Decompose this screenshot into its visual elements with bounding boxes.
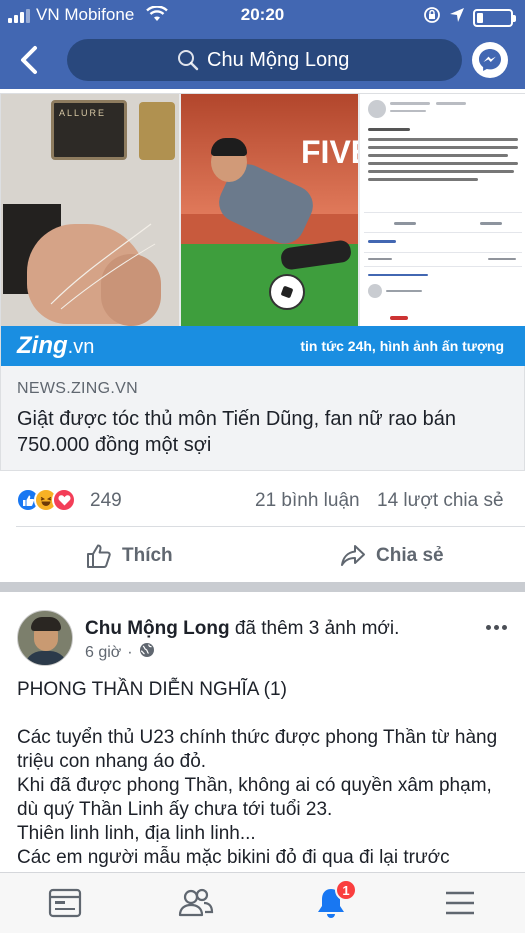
post-header: Chu Mộng Long đã thêm 3 ảnh mới. [85, 618, 399, 640]
orientation-lock-icon [423, 6, 441, 29]
hair-strand [50, 223, 156, 310]
shared-link-card[interactable]: ALLURE FIVE [0, 93, 525, 471]
post-action-text: đã thêm 3 ảnh mới. [229, 618, 400, 639]
goalkeeper-photo: FIVE [181, 94, 358, 326]
love-reaction-icon [52, 488, 76, 512]
link-preview-image[interactable]: ALLURE FIVE [1, 94, 525, 366]
link-domain: NEWS.ZING.VN [17, 380, 138, 397]
messenger-icon [479, 49, 501, 71]
like-label: Thích [122, 545, 173, 566]
feed-separator [0, 582, 525, 592]
share-arrow-icon [341, 545, 365, 566]
perfume-bottle-2 [139, 102, 175, 160]
post-meta: 6 giờ · [85, 642, 155, 663]
search-icon [177, 49, 199, 76]
facebook-post-screenshot [360, 94, 525, 326]
post-line: Các tuyển thủ U23 chính thức được phong … [17, 727, 498, 772]
tab-friends[interactable] [176, 885, 216, 921]
post-line: Khi đã được phong Thần, không ai có quyề… [17, 775, 492, 820]
reaction-count[interactable]: 249 [90, 490, 122, 512]
author-name[interactable]: Chu Mộng Long [85, 618, 230, 639]
share-button[interactable]: Chia sẻ [340, 540, 444, 572]
comment-count[interactable]: 21 bình luận [255, 490, 360, 512]
feed-post: Chu Mộng Long đã thêm 3 ảnh mới. 6 giờ ·… [0, 592, 525, 872]
chevron-left-icon [21, 46, 37, 74]
like-button[interactable]: Thích [86, 540, 173, 572]
post-text: PHONG THẦN DIỄN NGHĨA (1) Các tuyển thủ … [17, 678, 512, 870]
app-header: VN Mobifone 20:20 Chu Mộng Long [0, 0, 525, 89]
post-actions: Thích Chia sẻ [0, 530, 525, 582]
perfume-hair-photo: ALLURE [1, 94, 179, 326]
link-headline[interactable]: Giật được tóc thủ môn Tiến Dũng, fan nữ … [17, 406, 512, 458]
tab-news-feed[interactable] [45, 885, 85, 921]
divider [16, 526, 525, 527]
post-options-button[interactable] [486, 622, 510, 632]
post-line-blank [17, 702, 512, 726]
share-count[interactable]: 14 lượt chia sẻ [377, 490, 504, 512]
zing-logo: Zing.vn [17, 332, 95, 359]
tab-menu[interactable] [440, 885, 480, 921]
tab-notifications[interactable]: 1 [311, 879, 357, 921]
back-button[interactable] [16, 44, 44, 76]
share-label: Chia sẻ [376, 545, 444, 566]
battery-icon [473, 8, 516, 27]
zing-tagline: tin tức 24h, hình ảnh ấn tượng [300, 338, 504, 354]
reactions-summary[interactable]: 249 21 bình luận 14 lượt chia sẻ [0, 484, 525, 516]
status-bar: VN Mobifone 20:20 [0, 0, 525, 30]
location-arrow-icon [449, 7, 465, 28]
search-input[interactable]: Chu Mộng Long [67, 39, 462, 81]
post-time[interactable]: 6 giờ [85, 644, 121, 662]
avatar[interactable] [17, 610, 73, 666]
bottom-tab-bar: 1 [0, 872, 525, 933]
link-info[interactable]: NEWS.ZING.VN Giật được tóc thủ môn Tiến … [1, 366, 524, 470]
messenger-button[interactable] [472, 42, 508, 78]
globe-icon [139, 642, 155, 663]
search-query-text: Chu Mộng Long [207, 49, 350, 71]
reaction-icons[interactable] [16, 488, 76, 512]
zing-banner: Zing.vn tin tức 24h, hình ảnh ấn tượng [1, 326, 525, 366]
hamburger-menu-icon [446, 891, 474, 915]
friends-icon [178, 888, 214, 917]
post-line: Các em người mẫu mặc bikini đỏ đi qua đi… [17, 847, 450, 868]
meta-separator: · [127, 643, 133, 661]
thumbs-up-icon [87, 544, 111, 568]
perfume-label: ALLURE [59, 108, 107, 118]
post-line: Thiên linh linh, địa linh linh... [17, 823, 256, 844]
post-line: PHONG THẦN DIỄN NGHĨA (1) [17, 679, 287, 700]
notification-badge: 1 [335, 879, 357, 901]
news-feed-icon [48, 888, 82, 918]
football [269, 274, 305, 310]
